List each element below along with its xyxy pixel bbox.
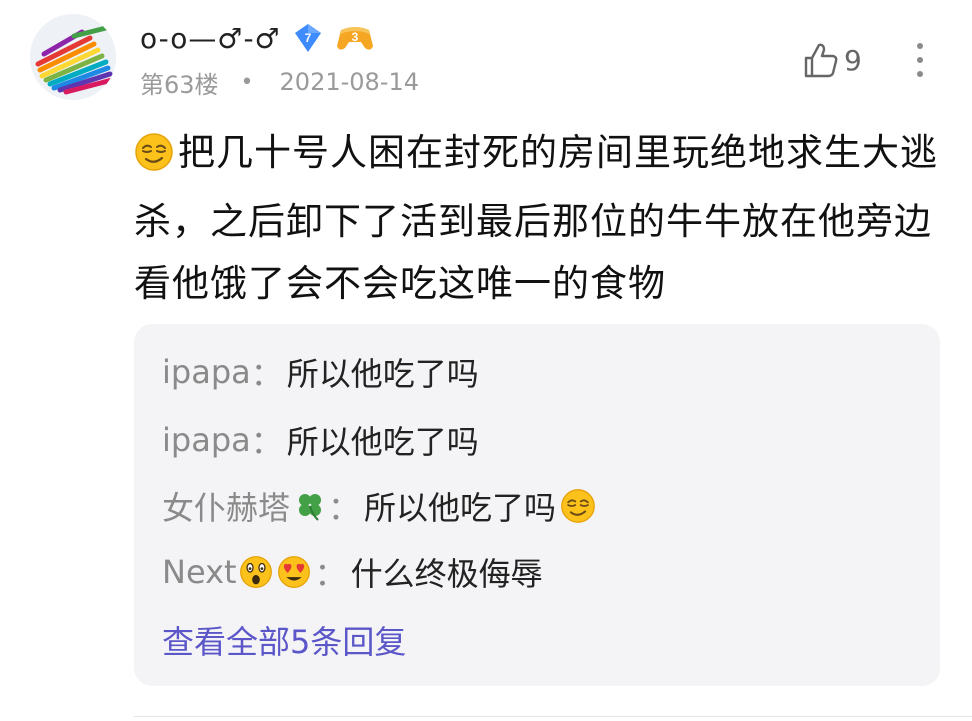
reply-item[interactable]: ipapa ： 所以他吃了吗	[162, 410, 479, 470]
smirking-face-emoji	[560, 488, 596, 524]
reply-colon: ：	[314, 555, 347, 593]
avatar[interactable]	[30, 14, 116, 100]
divider	[134, 716, 972, 717]
meta-separator: •	[240, 69, 254, 95]
heart-eyes-emoji	[277, 555, 311, 589]
comment-text: 把几十号人困在封死的房间里玩绝地求生大逃杀，之后卸下了活到最后那位的牛牛放在他旁…	[134, 131, 938, 305]
more-options-button[interactable]	[906, 38, 934, 82]
reply-colon: ：	[250, 423, 283, 461]
smirking-face-emoji	[134, 129, 174, 191]
replies-box[interactable]: ipapa ： 所以他吃了吗 ipapa ： 所以他吃了吗 女仆赫塔 ： 所以他…	[134, 324, 940, 686]
svg-text:7: 7	[304, 31, 311, 45]
fan-badge: 3	[335, 21, 375, 55]
four-leaf-clover-emoji	[294, 490, 326, 522]
astonished-face-emoji	[239, 555, 273, 589]
post-date: 2021-08-14	[279, 68, 420, 96]
reply-text: 什么终极侮辱	[350, 555, 543, 593]
level-badge: 7	[291, 21, 325, 55]
comment-body: 把几十号人困在封死的房间里玩绝地求生大逃杀，之后卸下了活到最后那位的牛牛放在他旁…	[134, 122, 944, 315]
reply-author[interactable]: 女仆赫塔	[162, 483, 290, 529]
svg-text:3: 3	[351, 30, 358, 44]
reply-colon: ：	[250, 355, 283, 393]
reply-item[interactable]: 女仆赫塔 ： 所以他吃了吗	[162, 476, 596, 536]
reply-author[interactable]: ipapa	[162, 421, 251, 459]
reply-text: 所以他吃了吗	[286, 355, 479, 393]
reply-item[interactable]: Next ： 什么终极侮辱	[162, 542, 543, 602]
view-all-replies-link[interactable]: 查看全部5条回复	[162, 610, 406, 670]
comment-item: o-o—♂-♂ 7 3 第63楼 • 2021-08-14 9 把几十号人困在封…	[0, 0, 972, 721]
thumbs-up-icon	[804, 43, 838, 78]
like-count: 9	[844, 43, 862, 77]
floor-number: 第63楼	[140, 70, 219, 99]
gamepad-badge-icon: 3	[336, 27, 373, 50]
diamond-badge-icon: 7	[294, 24, 321, 52]
reply-text: 所以他吃了吗	[286, 423, 479, 461]
more-vertical-icon	[917, 43, 923, 77]
reply-author[interactable]: ipapa	[162, 353, 251, 391]
reply-text: 所以他吃了吗	[364, 489, 557, 527]
reply-author[interactable]: Next	[162, 553, 237, 591]
reply-item[interactable]: ipapa ： 所以他吃了吗	[162, 342, 479, 402]
post-meta: 第63楼 • 2021-08-14	[140, 64, 419, 100]
reply-colon: ：	[328, 489, 361, 527]
like-button[interactable]: 9	[800, 38, 862, 82]
username[interactable]: o-o—♂-♂	[140, 22, 281, 55]
user-info-row: o-o—♂-♂ 7 3	[140, 18, 375, 58]
